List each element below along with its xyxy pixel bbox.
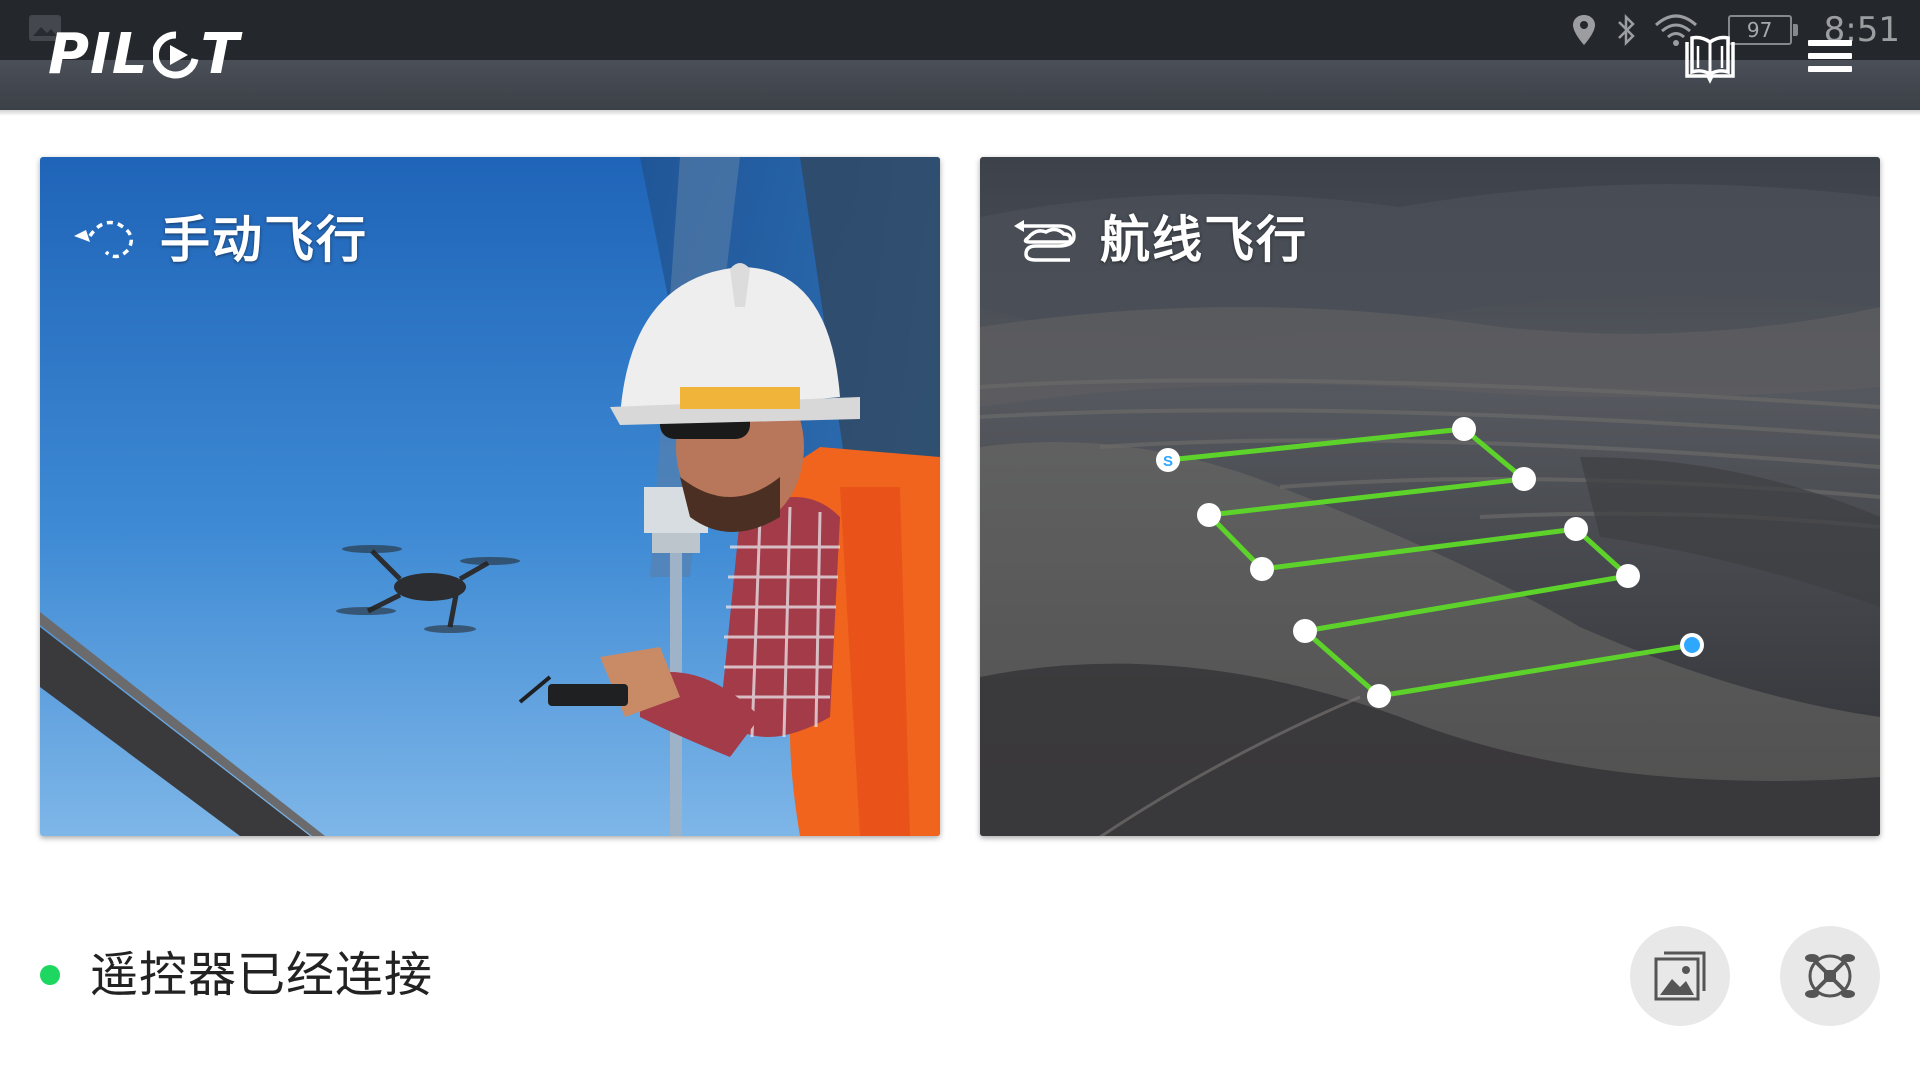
location-icon xyxy=(1572,15,1595,45)
bluetooth-icon xyxy=(1617,13,1635,47)
route-flight-title: 航线飞行 xyxy=(1100,211,1308,269)
route-flight-icon xyxy=(1014,220,1076,262)
menu-bar xyxy=(1808,40,1852,46)
pilot-logo: PIL T xyxy=(48,22,240,88)
manual-flight-title: 手动飞行 xyxy=(160,211,368,269)
logo-text-end: T xyxy=(200,22,240,87)
header-shadow xyxy=(0,110,1920,116)
start-marker-label: S xyxy=(1163,453,1173,470)
route-flight-card[interactable]: S 航线飞行 xyxy=(980,157,1880,836)
connection-status-text: 遥控器已经连接 xyxy=(90,947,434,1003)
connection-status-dot xyxy=(40,965,60,985)
menu-bar xyxy=(1808,66,1852,72)
logo-play-icon xyxy=(152,31,198,79)
manual-flight-card[interactable]: 手动飞行 xyxy=(40,157,940,836)
manual-flight-path-icon xyxy=(74,220,134,259)
battery-icon: 97 xyxy=(1727,15,1798,45)
gallery-icon xyxy=(1654,951,1706,1001)
manual-flight-header: 手动飞行 xyxy=(72,201,368,271)
app-header xyxy=(0,60,1920,110)
hamburger-menu-icon[interactable] xyxy=(1808,40,1852,78)
route-flight-header: 航线飞行 xyxy=(1012,201,1308,271)
status-bar: 97 8:51 xyxy=(0,0,1920,60)
battery-level: 97 xyxy=(1746,18,1773,42)
manual-book-icon[interactable] xyxy=(1683,34,1737,84)
logo-text: PIL xyxy=(48,22,149,87)
menu-bar xyxy=(1808,53,1852,59)
gallery-button[interactable] xyxy=(1630,926,1730,1026)
academy-drone-icon xyxy=(1805,954,1855,998)
academy-button[interactable] xyxy=(1780,926,1880,1026)
